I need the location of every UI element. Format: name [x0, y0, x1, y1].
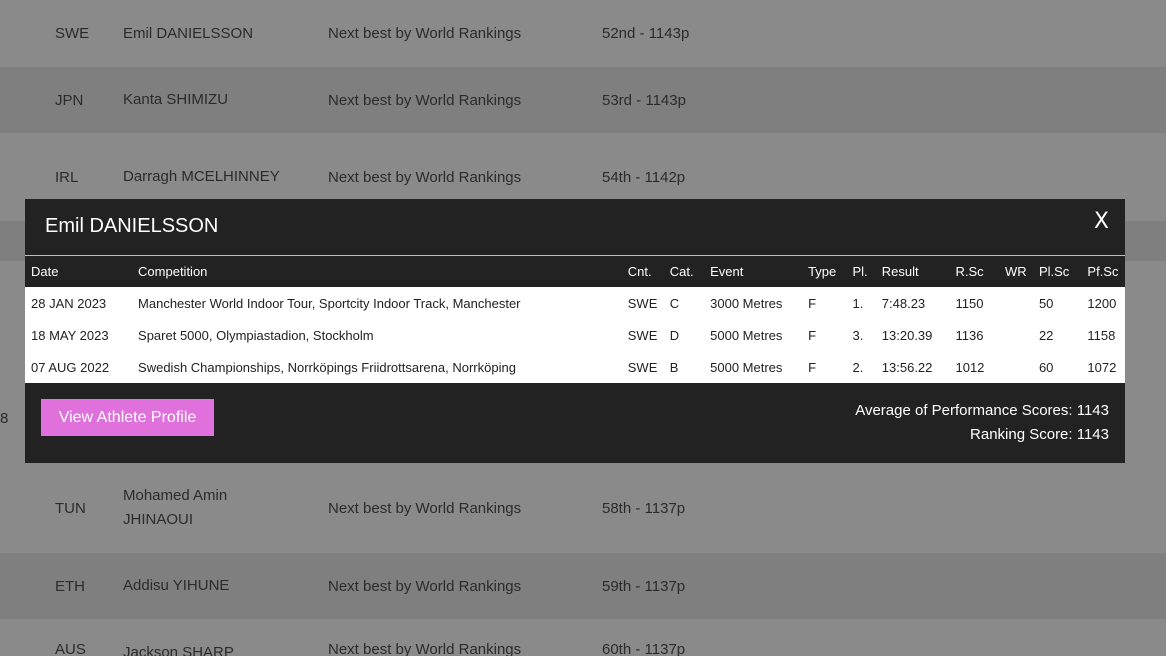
country-code: IRL — [55, 168, 79, 186]
cell-country: SWE — [621, 351, 664, 383]
cell-type: F — [802, 319, 847, 351]
column-header-place-score[interactable]: Pl.Sc — [1032, 256, 1082, 287]
table-row[interactable]: SWE Emil DANIELSSON Next best by World R… — [0, 0, 1166, 67]
country-code: SWE — [55, 25, 90, 42]
ranking-value[interactable]: 60th - 1137p — [602, 641, 685, 656]
qualification-reason: Next best by World Rankings — [328, 168, 522, 186]
cell-event: 5000 Metres — [704, 351, 803, 383]
column-header-type[interactable]: Type — [802, 256, 847, 287]
cell-category: D — [663, 319, 705, 351]
table-row: 18 MAY 2023 Sparet 5000, Olympiastadion,… — [25, 319, 1125, 351]
country-code: JPN — [55, 91, 84, 109]
column-header-category[interactable]: Cat. — [663, 256, 705, 287]
ranking-value[interactable]: 58th - 1137p — [602, 500, 685, 517]
cell-date: 18 MAY 2023 — [25, 319, 133, 351]
cell-country: SWE — [621, 319, 664, 351]
cell-date: 28 JAN 2023 — [25, 287, 133, 319]
score-summary: Average of Performance Scores: 1143 Rank… — [855, 399, 1109, 447]
cell-country: SWE — [621, 287, 664, 319]
table-row[interactable]: TUN Mohamed Amin JHINAOUI Next best by W… — [0, 463, 1166, 553]
athlete-name[interactable]: Jackson SHARP — [123, 641, 283, 656]
ranking-value[interactable]: 59th - 1137p — [602, 578, 685, 595]
average-performance-score: Average of Performance Scores: 1143 — [855, 402, 1109, 419]
cell-date: 07 AUG 2022 — [25, 351, 133, 383]
athlete-name[interactable]: Darragh MCELHINNEY — [123, 165, 283, 189]
cell-result: 7:48.23 — [875, 287, 950, 319]
qualification-reason: Next best by World Rankings — [328, 641, 522, 656]
cell-type: F — [802, 351, 847, 383]
column-header-competition[interactable]: Competition — [132, 256, 622, 287]
cell-place: 2. — [846, 351, 876, 383]
athlete-name[interactable]: Emil DANIELSSON — [123, 22, 283, 46]
ranking-value[interactable]: 54th - 1142p — [602, 169, 685, 186]
column-header-event[interactable]: Event — [704, 256, 803, 287]
table-header-row: Date Competition Cnt. Cat. Event Type Pl… — [25, 256, 1125, 287]
modal-title: Emil DANIELSSON — [45, 215, 219, 237]
cell-result: 13:56.22 — [875, 351, 950, 383]
table-row: 07 AUG 2022 Swedish Championships, Norrk… — [25, 351, 1125, 383]
cell-performance-score: 1158 — [1081, 319, 1125, 351]
cell-place-score: 22 — [1032, 319, 1082, 351]
cell-place-score: 60 — [1032, 351, 1082, 383]
cell-performance-score: 1072 — [1081, 351, 1125, 383]
cell-performance-score: 1200 — [1081, 287, 1125, 319]
cell-category: C — [663, 287, 705, 319]
ranking-value[interactable]: 53rd - 1143p — [602, 92, 686, 109]
table-row[interactable]: JPN Kanta SHIMIZU Next best by World Ran… — [0, 67, 1166, 133]
column-header-result-score[interactable]: R.Sc — [949, 256, 999, 287]
cell-wind — [998, 287, 1033, 319]
column-header-performance-score[interactable]: Pf.Sc — [1081, 256, 1125, 287]
cell-wind — [998, 319, 1033, 351]
athlete-performance-modal: Emil DANIELSSON X Date Competition Cnt. … — [25, 199, 1125, 463]
cell-place: 3. — [846, 319, 876, 351]
cell-result-score: 1136 — [949, 319, 999, 351]
cell-event: 3000 Metres — [704, 287, 803, 319]
column-header-place[interactable]: Pl. — [846, 256, 876, 287]
athlete-name[interactable]: Kanta SHIMIZU — [123, 88, 283, 112]
close-button[interactable]: X — [1094, 209, 1109, 234]
cell-competition: Manchester World Indoor Tour, Sportcity … — [132, 287, 622, 319]
column-header-country[interactable]: Cnt. — [621, 256, 664, 287]
cell-result: 13:20.39 — [875, 319, 950, 351]
qualification-reason: Next best by World Rankings — [328, 25, 522, 42]
qualification-reason: Next best by World Rankings — [328, 91, 522, 109]
cell-competition: Sparet 5000, Olympiastadion, Stockholm — [132, 319, 622, 351]
column-header-date[interactable]: Date — [25, 256, 133, 287]
cell-type: F — [802, 287, 847, 319]
cell-place: 1. — [846, 287, 876, 319]
cell-result-score: 1150 — [949, 287, 999, 319]
ranking-value[interactable]: 52nd - 1143p — [602, 25, 689, 42]
athlete-name[interactable]: Addisu YIHUNE — [123, 574, 283, 598]
column-header-wind[interactable]: WR — [998, 256, 1033, 287]
country-code: TUN — [55, 499, 86, 517]
ranking-score: Ranking Score: 1143 — [970, 426, 1109, 443]
clipped-text: 8 — [0, 410, 9, 427]
column-header-result[interactable]: Result — [875, 256, 950, 287]
view-athlete-profile-button[interactable]: View Athlete Profile — [41, 399, 214, 436]
qualification-reason: Next best by World Rankings — [328, 577, 522, 595]
table-row[interactable]: ETH Addisu YIHUNE Next best by World Ran… — [0, 553, 1166, 619]
cell-wind — [998, 351, 1033, 383]
country-code: AUS — [55, 641, 86, 656]
athlete-name[interactable]: Mohamed Amin JHINAOUI — [123, 484, 283, 532]
table-row: 28 JAN 2023 Manchester World Indoor Tour… — [25, 287, 1125, 319]
cell-result-score: 1012 — [949, 351, 999, 383]
qualification-reason: Next best by World Rankings — [328, 499, 522, 517]
table-row[interactable]: AUS Jackson SHARP Next best by World Ran… — [0, 619, 1166, 656]
cell-category: B — [663, 351, 705, 383]
cell-event: 5000 Metres — [704, 319, 803, 351]
performance-table: Date Competition Cnt. Cat. Event Type Pl… — [25, 256, 1125, 383]
country-code: ETH — [55, 577, 85, 595]
cell-competition: Swedish Championships, Norrköpings Friid… — [132, 351, 622, 383]
cell-place-score: 50 — [1032, 287, 1082, 319]
